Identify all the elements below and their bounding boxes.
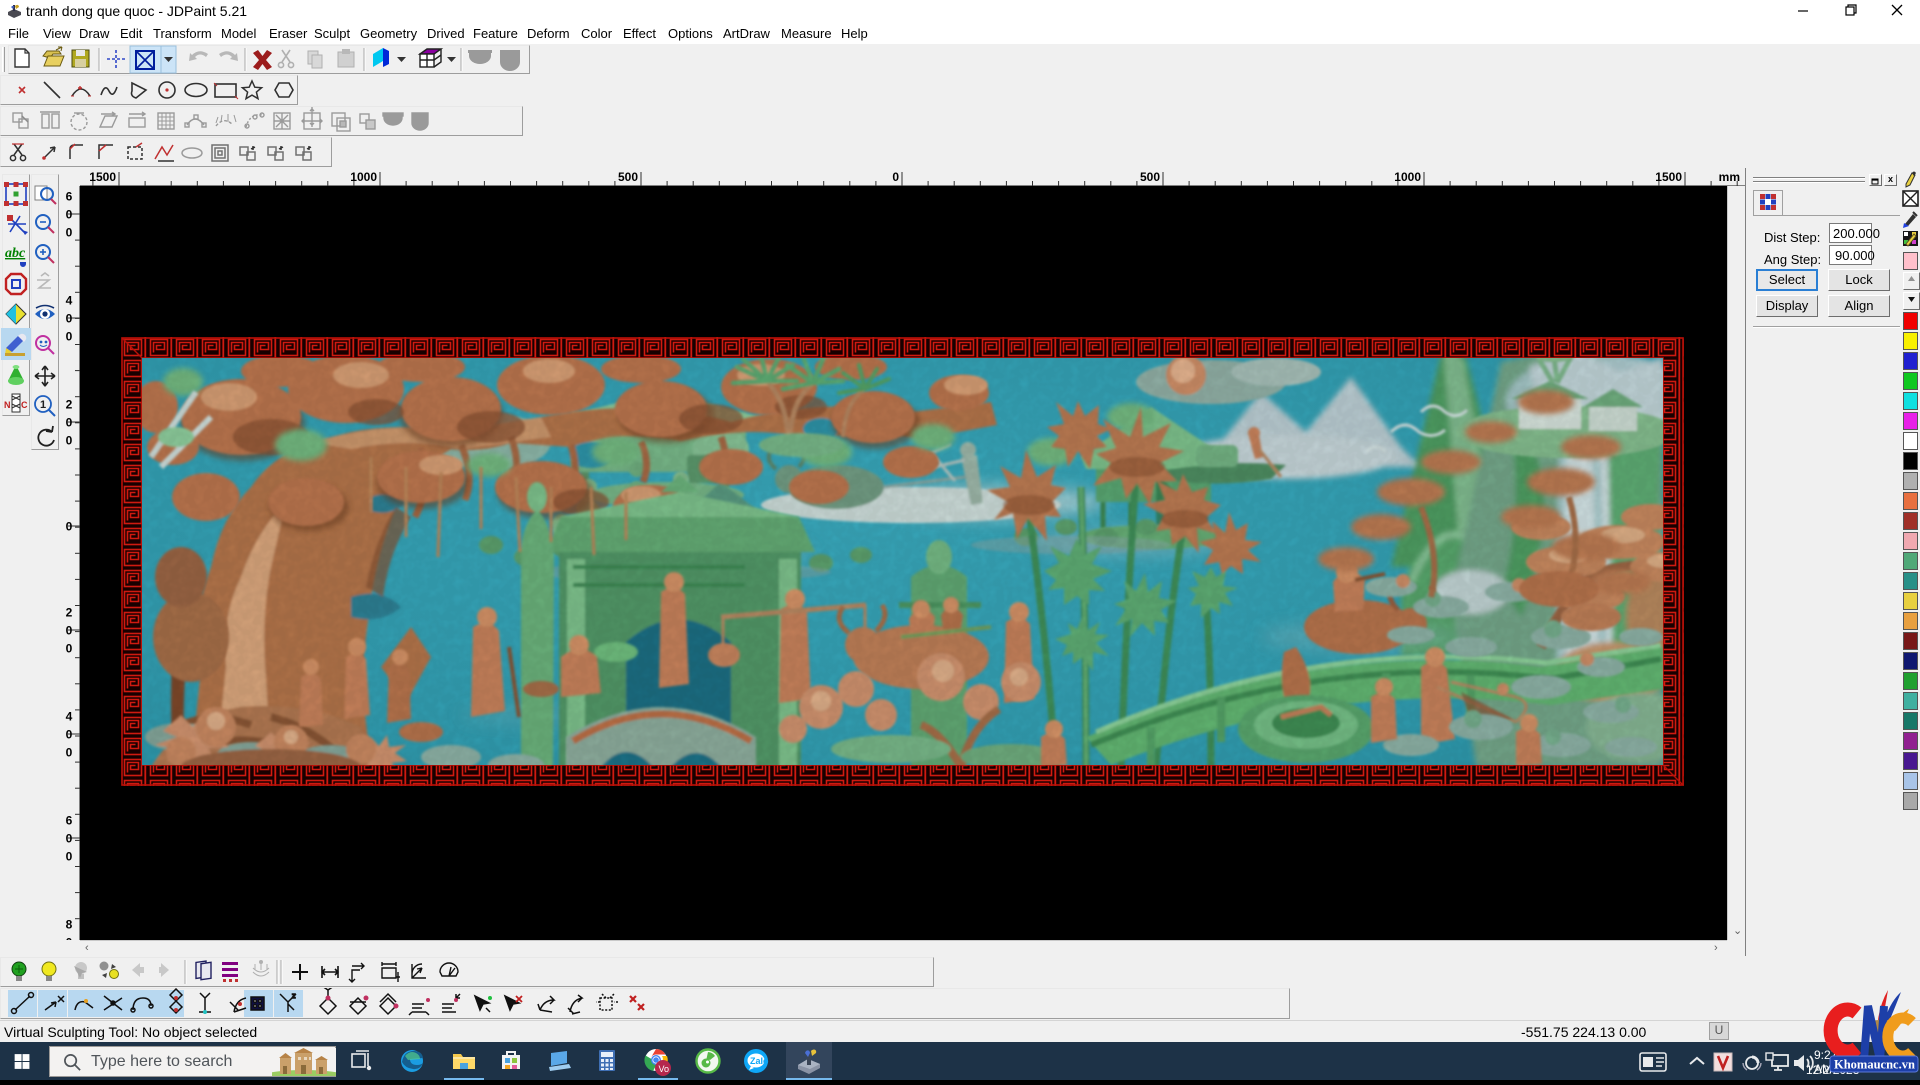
svg-text:6: 6 (66, 814, 73, 828)
svg-text:Khomaucnc.vn: Khomaucnc.vn (1834, 1058, 1915, 1072)
svg-text:1500: 1500 (89, 170, 116, 184)
svg-text:2: 2 (66, 398, 73, 412)
svg-text:1000: 1000 (350, 170, 377, 184)
svg-text:0: 0 (66, 226, 73, 240)
svg-text:0: 0 (66, 624, 73, 638)
svg-text:8: 8 (66, 918, 73, 932)
svg-text:Vo: Vo (659, 1064, 670, 1074)
svg-text:0: 0 (892, 170, 899, 184)
svg-text:0: 0 (66, 850, 73, 864)
svg-text:1000: 1000 (1394, 170, 1421, 184)
svg-text:500: 500 (1140, 170, 1160, 184)
svg-text:1: 1 (40, 399, 46, 411)
svg-text:0: 0 (66, 746, 73, 760)
svg-text:0: 0 (66, 936, 73, 941)
svg-text:1500: 1500 (1655, 170, 1682, 184)
svg-text:0: 0 (66, 642, 73, 656)
svg-text:0: 0 (66, 728, 73, 742)
svg-text:0: 0 (66, 832, 73, 846)
svg-text:0: 0 (66, 434, 73, 448)
svg-text:0: 0 (66, 330, 73, 344)
svg-text:abc: abc (5, 246, 26, 261)
svg-text:500: 500 (618, 170, 638, 184)
svg-text:Zalo: Zalo (750, 1056, 769, 1066)
svg-text:N: N (4, 400, 11, 410)
svg-text:4: 4 (66, 294, 73, 308)
svg-text:2: 2 (66, 606, 73, 620)
svg-text:0: 0 (66, 416, 73, 430)
svg-text:6: 6 (66, 190, 73, 204)
svg-text:mm: mm (1719, 170, 1740, 184)
svg-text:0: 0 (66, 312, 73, 326)
svg-text:0: 0 (66, 208, 73, 222)
svg-text:z: z (292, 993, 296, 1000)
svg-text:C: C (21, 400, 28, 410)
svg-text:4: 4 (66, 710, 73, 724)
svg-text:0: 0 (66, 520, 73, 534)
